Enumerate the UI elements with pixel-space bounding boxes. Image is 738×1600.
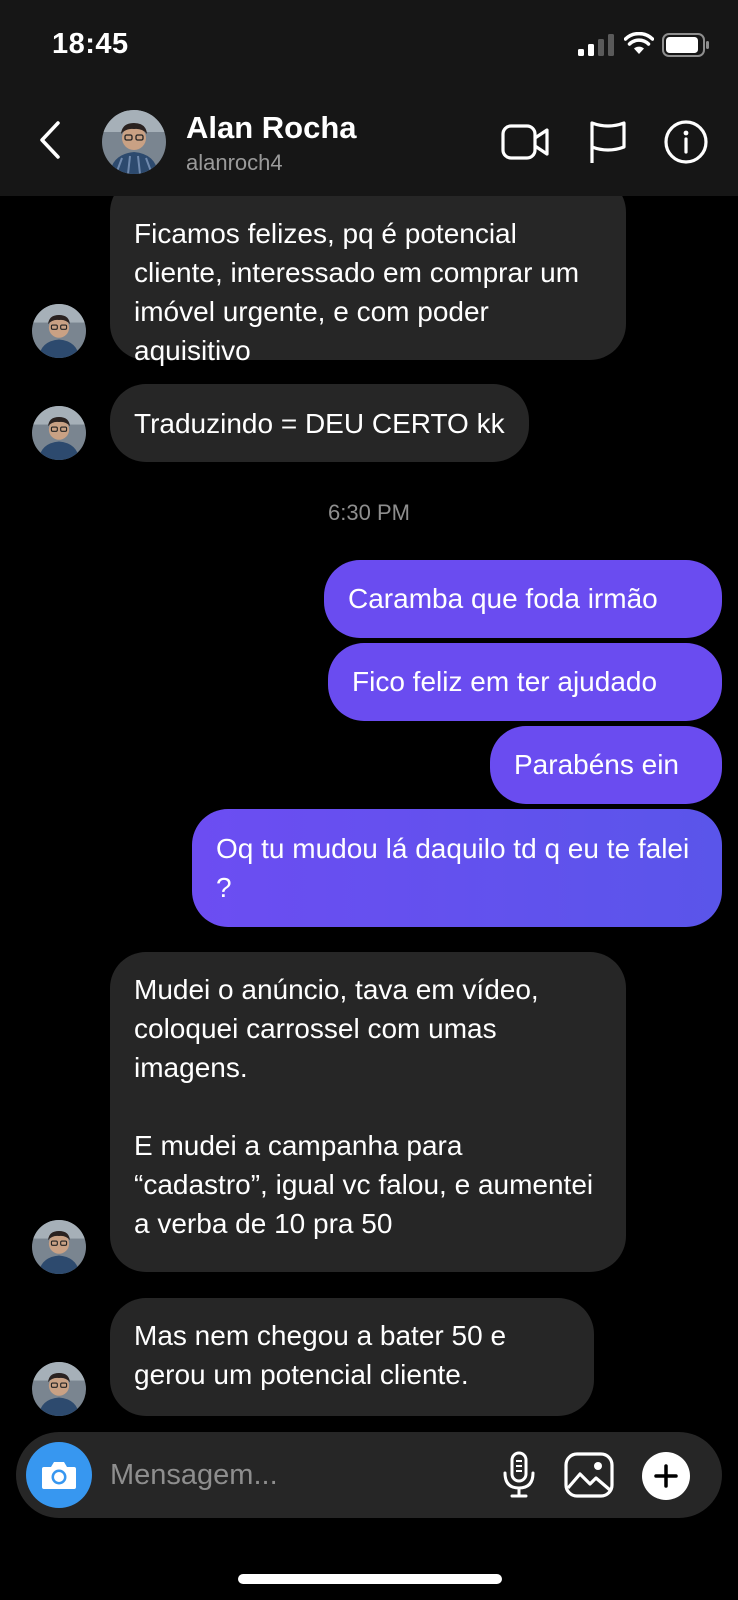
battery-icon (662, 33, 709, 57)
message-text: Caramba que foda irmão (348, 583, 658, 614)
wifi-icon (624, 32, 654, 54)
video-call-icon (501, 124, 549, 160)
outgoing-message[interactable]: Oq tu mudou lá daquilo td q eu te falei … (192, 809, 722, 927)
message-text: Fico feliz em ter ajudado (352, 666, 658, 697)
contact-name[interactable]: Alan Rocha (186, 110, 357, 146)
message-timestamp: 6:30 PM (328, 500, 410, 525)
outgoing-message[interactable]: Parabéns ein (490, 726, 722, 804)
contact-avatar[interactable] (102, 110, 166, 174)
outgoing-message[interactable]: Caramba que foda irmão (324, 560, 722, 638)
sender-avatar[interactable] (32, 1362, 86, 1416)
signal-icon (578, 34, 614, 56)
back-button[interactable] (30, 116, 70, 164)
message-text: Parabéns ein (514, 749, 680, 780)
more-options-button[interactable] (642, 1452, 690, 1500)
gallery-icon (564, 1452, 614, 1498)
gallery-button[interactable] (562, 1450, 616, 1500)
outgoing-message[interactable]: Fico feliz em ter ajudado (328, 643, 722, 721)
home-indicator[interactable] (238, 1574, 502, 1584)
incoming-message[interactable]: Mudei o anúncio, tava em vídeo, coloquei… (110, 952, 626, 1272)
message-text: Traduzindo = DEU CERTO kk (134, 408, 505, 439)
report-button[interactable] (582, 116, 634, 168)
sender-avatar[interactable] (32, 406, 86, 460)
flag-icon (590, 121, 626, 163)
message-text: Mas nem chegou a bater 50 e gerou um pot… (134, 1320, 507, 1390)
sender-avatar[interactable] (32, 1220, 86, 1274)
sender-avatar[interactable] (32, 304, 86, 358)
message-input[interactable] (110, 1454, 470, 1496)
status-time: 18:45 (52, 28, 129, 60)
voice-message-button[interactable] (494, 1450, 544, 1500)
incoming-message[interactable]: Traduzindo = DEU CERTO kk (110, 384, 529, 462)
microphone-icon (503, 1451, 535, 1498)
message-composer (16, 1432, 722, 1518)
info-icon (664, 120, 708, 164)
message-text: Ficamos felizes, pq é potencial cliente,… (134, 218, 580, 366)
video-call-button[interactable] (500, 116, 552, 168)
contact-username[interactable]: alanroch4 (186, 150, 283, 176)
back-icon (40, 121, 60, 159)
message-text: E mudei a campanha para “cadastro”, igua… (134, 1130, 594, 1239)
plus-icon (654, 1464, 678, 1488)
incoming-message[interactable]: Ficamos felizes, pq é potencial cliente,… (110, 176, 626, 366)
status-bar: 18:45 (0, 0, 738, 92)
camera-button[interactable] (26, 1442, 92, 1508)
incoming-message[interactable]: Mas nem chegou a bater 50 e gerou um pot… (110, 1298, 594, 1416)
info-button[interactable] (660, 116, 712, 168)
chat-header: Alan Rocha alanroch4 (0, 92, 738, 196)
message-text: Oq tu mudou lá daquilo td q eu te falei … (216, 833, 690, 903)
camera-icon (42, 1462, 76, 1489)
message-text: Mudei o anúncio, tava em vídeo, coloquei… (134, 974, 539, 1083)
